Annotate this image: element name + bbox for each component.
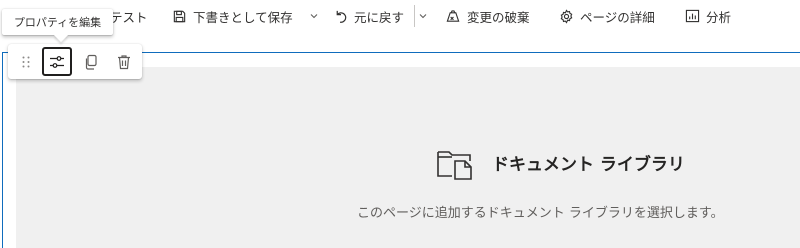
document-library-icon bbox=[437, 151, 472, 180]
webpart-description: このページに追加するドキュメント ライブラリを選択します。 bbox=[357, 206, 724, 221]
save-draft-button[interactable]: 下書きとして保存 bbox=[172, 5, 293, 27]
page-name-label: テスト bbox=[110, 9, 148, 25]
edit-properties-tooltip: プロパティを編集 bbox=[2, 9, 113, 35]
trash-icon bbox=[118, 54, 130, 69]
undo-icon bbox=[336, 10, 347, 23]
copy-icon bbox=[85, 54, 97, 70]
move-handle[interactable] bbox=[11, 47, 41, 76]
divider bbox=[414, 5, 415, 27]
discard-changes-button[interactable]: 変更の破棄 bbox=[445, 5, 530, 27]
tooltip-text: プロパティを編集 bbox=[13, 16, 102, 29]
analytics-label: 分析 bbox=[706, 9, 732, 25]
analytics-icon bbox=[685, 9, 700, 23]
settings-sliders-icon bbox=[50, 55, 64, 68]
command-bar: テスト 下書きとして保存 元に戻す 変更の破棄 ページの詳細 分析 bbox=[0, 0, 800, 32]
page-details-button[interactable]: ページの詳細 bbox=[559, 5, 655, 27]
undo-button[interactable]: 元に戻す bbox=[334, 5, 404, 27]
discard-icon bbox=[446, 9, 460, 22]
duplicate-button[interactable] bbox=[76, 47, 106, 76]
webpart-title: ドキュメント ライブラリ bbox=[492, 154, 685, 175]
save-icon bbox=[173, 10, 186, 22]
page-details-label: ページの詳細 bbox=[580, 9, 655, 25]
discard-changes-label: 変更の破棄 bbox=[467, 9, 530, 25]
undo-label: 元に戻す bbox=[354, 9, 405, 25]
analytics-button[interactable]: 分析 bbox=[685, 5, 731, 27]
chevron-down-icon[interactable] bbox=[418, 10, 428, 22]
webpart-title-row: ドキュメント ライブラリ bbox=[436, 143, 685, 181]
page-name: テスト bbox=[110, 5, 148, 27]
drag-handle-icon bbox=[22, 56, 30, 67]
webpart-toolbar bbox=[8, 44, 142, 79]
chevron-down-icon[interactable] bbox=[309, 10, 319, 22]
gear-icon bbox=[560, 8, 573, 24]
edit-properties-button[interactable] bbox=[42, 47, 72, 76]
delete-button[interactable] bbox=[109, 47, 139, 76]
save-draft-label: 下書きとして保存 bbox=[193, 9, 293, 25]
